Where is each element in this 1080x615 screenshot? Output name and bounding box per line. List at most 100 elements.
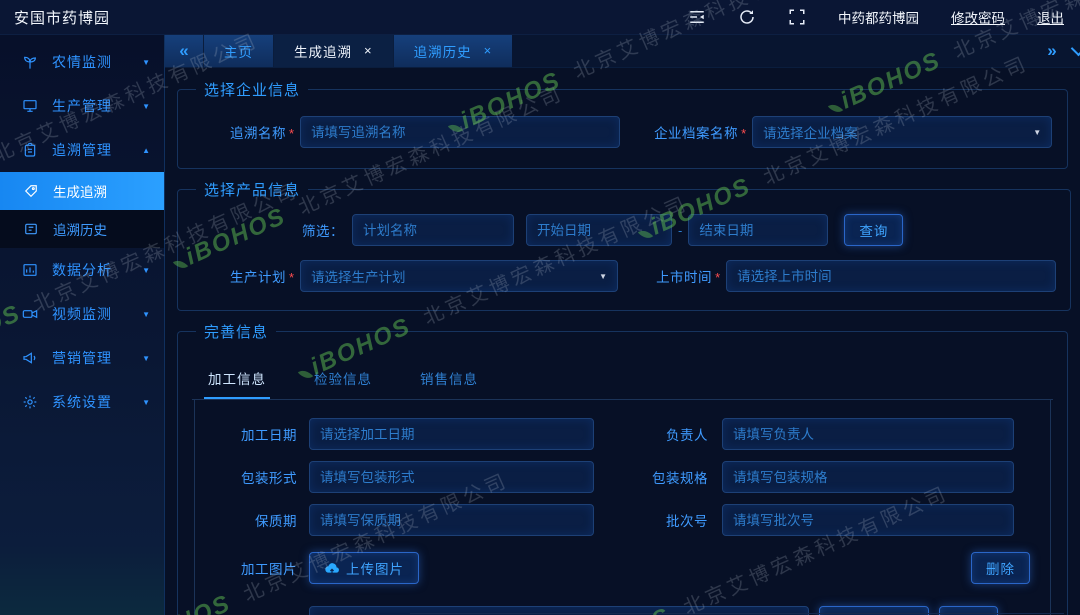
sidebar-item-label: 追溯管理 <box>52 140 142 160</box>
chevron-down-icon: ▼ <box>142 354 150 363</box>
tab-label: 主页 <box>224 41 253 61</box>
sidebar-item-label: 生成追溯 <box>53 181 107 201</box>
delete-image-button[interactable]: 删除 <box>971 552 1030 584</box>
sidebar-item-label: 生产管理 <box>52 96 142 116</box>
tab-trace-history[interactable]: 追溯历史 × <box>393 34 513 67</box>
sidebar-item-label: 农情监测 <box>52 52 142 72</box>
sidebar-item-production-manage[interactable]: 生产管理 ▼ <box>0 84 164 128</box>
button-label: 上传图片 <box>346 558 404 578</box>
query-button[interactable]: 查询 <box>844 214 903 246</box>
shelf-life-label: 保质期 <box>235 510 297 530</box>
history-icon <box>24 222 38 236</box>
batch-number-input[interactable] <box>722 504 1014 536</box>
close-icon[interactable]: × <box>364 44 373 57</box>
bar-chart-icon <box>22 262 38 278</box>
chevron-down-icon: ▼ <box>142 266 150 275</box>
chevron-down-icon: ▼ <box>142 398 150 407</box>
production-plan-select[interactable]: 请选择生产计划 ▼ <box>300 260 618 292</box>
sidebar-item-data-analysis[interactable]: 数据分析 ▼ <box>0 248 164 292</box>
topbar: 安国市药博园 中药都药博园 修改密码 退出 <box>0 0 1080 35</box>
tab-label: 生成追溯 <box>294 41 352 61</box>
section-title: 完善信息 <box>196 321 276 342</box>
topbar-actions: 中药都药博园 修改密码 退出 <box>688 7 1064 27</box>
batch-number-label: 批次号 <box>622 510 708 530</box>
sidebar-item-system-settings[interactable]: 系统设置 ▼ <box>0 380 164 424</box>
person-in-charge-label: 负责人 <box>622 424 708 444</box>
tabs-scroll-right-button[interactable]: » <box>1033 34 1071 67</box>
select-value: 请选择生产计划 <box>311 266 406 286</box>
next-field-cutoff-line <box>410 613 1064 614</box>
launch-time-label: 上市时间 <box>646 266 712 286</box>
launch-time-input[interactable] <box>726 260 1056 292</box>
chevron-down-icon: ▼ <box>142 310 150 319</box>
app-title: 安国市药博园 <box>14 7 110 28</box>
required-mark: * <box>289 126 294 141</box>
chevron-down-icon: ▼ <box>1033 128 1041 137</box>
section-title: 选择产品信息 <box>196 179 308 200</box>
sidebar-item-trace-manage[interactable]: 追溯管理 ▲ <box>0 128 164 172</box>
tabs-scroll-left-button[interactable]: « <box>165 34 203 67</box>
upload-image-button[interactable]: 上传图片 <box>309 552 419 584</box>
sidebar: 农情监测 ▼ 生产管理 ▼ 追溯管理 ▲ 生成追溯 <box>0 34 165 615</box>
trace-name-input[interactable] <box>300 116 620 148</box>
package-spec-label: 包装规格 <box>622 467 708 487</box>
package-form-input[interactable] <box>309 461 594 493</box>
tag-icon <box>24 184 38 198</box>
clipboard-icon <box>22 142 38 158</box>
required-mark: * <box>715 270 720 285</box>
filter-label: 筛选： <box>302 220 344 240</box>
sprout-icon <box>22 54 38 70</box>
sidebar-item-label: 追溯历史 <box>53 219 107 239</box>
tab-processing-info[interactable]: 加工信息 <box>204 362 270 399</box>
tabbar-spacer <box>512 34 1033 67</box>
refresh-icon[interactable] <box>738 8 756 26</box>
camera-icon <box>22 306 38 322</box>
org-name: 中药都药博园 <box>838 7 919 27</box>
enterprise-archive-select[interactable]: 请选择企业档案 ▼ <box>752 116 1052 148</box>
menu-fold-icon[interactable] <box>688 8 706 26</box>
sidebar-item-agriculture-monitor[interactable]: 农情监测 ▼ <box>0 40 164 84</box>
processing-date-label: 加工日期 <box>235 424 297 444</box>
sidebar-item-generate-trace[interactable]: 生成追溯 <box>0 172 164 210</box>
chevron-up-icon: ▲ <box>142 146 150 155</box>
end-date-input[interactable] <box>688 214 828 246</box>
enterprise-archive-label: 企业档案名称 <box>634 122 738 142</box>
select-value: 请选择企业档案 <box>763 122 858 142</box>
sidebar-item-label: 数据分析 <box>52 260 142 280</box>
sidebar-item-marketing-manage[interactable]: 营销管理 ▼ <box>0 336 164 380</box>
tab-home[interactable]: 主页 <box>203 34 273 67</box>
processing-date-input[interactable] <box>309 418 594 450</box>
main-content: 选择企业信息 追溯名称 * 企业档案名称 * 请选择企业档案 ▼ 选择产品信息 … <box>165 67 1080 615</box>
chevron-down-icon: ▼ <box>142 102 150 111</box>
enterprise-info-panel: 选择企业信息 追溯名称 * 企业档案名称 * 请选择企业档案 ▼ <box>177 79 1068 169</box>
tab-generate-trace[interactable]: 生成追溯 × <box>273 34 393 67</box>
logout-link[interactable]: 退出 <box>1037 7 1064 27</box>
tab-sales-info[interactable]: 销售信息 <box>416 362 482 399</box>
trace-name-label: 追溯名称 <box>214 122 286 142</box>
tab-inspection-info[interactable]: 检验信息 <box>310 362 376 399</box>
section-title: 选择企业信息 <box>196 79 308 100</box>
monitor-icon <box>22 98 38 114</box>
person-in-charge-input[interactable] <box>722 418 1014 450</box>
required-mark: * <box>289 270 294 285</box>
gear-icon <box>22 394 38 410</box>
production-plan-label: 生产计划 <box>214 266 286 286</box>
sidebar-item-trace-history[interactable]: 追溯历史 <box>0 210 164 248</box>
sidebar-item-video-monitor[interactable]: 视频监测 ▼ <box>0 292 164 336</box>
info-tabs: 加工信息 检验信息 销售信息 <box>192 348 1053 400</box>
chevron-down-icon: ▼ <box>142 58 150 67</box>
cloud-upload-icon <box>324 560 340 576</box>
plan-name-input[interactable] <box>352 214 514 246</box>
sidebar-item-label: 营销管理 <box>52 348 142 368</box>
sidebar-item-label: 系统设置 <box>52 392 142 412</box>
package-form-label: 包装形式 <box>235 467 297 487</box>
required-mark: * <box>741 126 746 141</box>
megaphone-icon <box>22 350 38 366</box>
shelf-life-input[interactable] <box>309 504 594 536</box>
start-date-input[interactable] <box>526 214 672 246</box>
tabs-menu-chevron-icon[interactable] <box>1071 41 1080 57</box>
close-icon[interactable]: × <box>484 44 493 57</box>
package-spec-input[interactable] <box>722 461 1014 493</box>
fullscreen-icon[interactable] <box>788 8 806 26</box>
change-password-link[interactable]: 修改密码 <box>951 7 1005 27</box>
